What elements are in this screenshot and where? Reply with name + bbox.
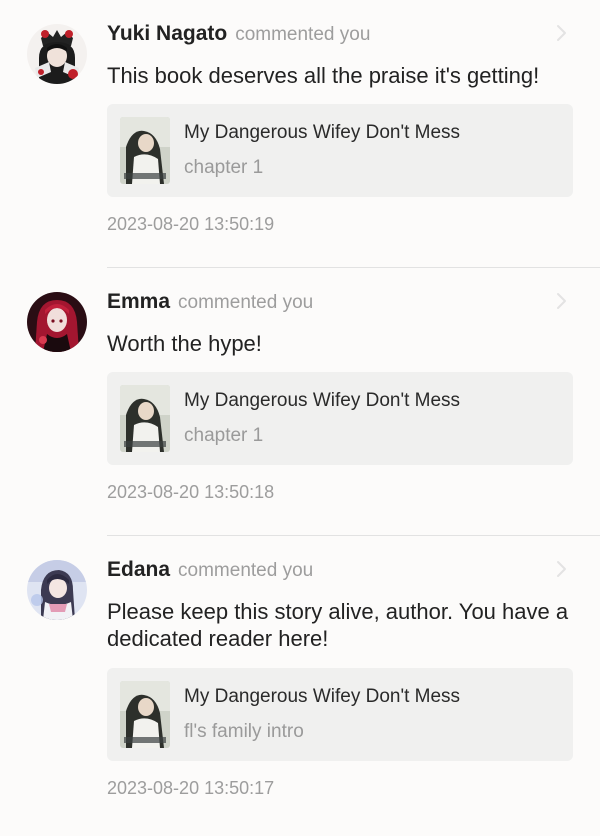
avatar[interactable] <box>27 560 87 620</box>
username[interactable]: Emma <box>107 290 170 313</box>
timestamp: 2023-08-20 13:50:19 <box>107 214 275 234</box>
book-card[interactable]: My Dangerous Wifey Don't Mess fl's famil… <box>107 668 573 761</box>
book-cover-icon <box>120 681 170 748</box>
red-haired-character-avatar-icon <box>27 292 87 352</box>
avatar[interactable] <box>27 24 87 84</box>
action-text: commented you <box>235 24 371 45</box>
dark-haired-character-avatar-icon <box>27 24 87 84</box>
comment-feed: Yuki Nagato commented you This book deser… <box>0 0 600 836</box>
comment-text: Please keep this story alive, author. Yo… <box>107 599 569 651</box>
comment-text: This book deserves all the praise it's g… <box>107 63 540 88</box>
book-title: My Dangerous Wifey Don't Mess <box>184 686 461 707</box>
comment-item[interactable]: Emma commented you Worth the hype! My Dan… <box>0 268 600 536</box>
chapter-label: chapter 1 <box>184 157 264 178</box>
comment-header: Yuki Nagato commented you <box>107 20 370 48</box>
comment-item[interactable]: Yuki Nagato commented you This book deser… <box>0 0 600 268</box>
comment-header: Edana commented you <box>107 556 313 584</box>
book-cover-thumbnail <box>120 117 170 184</box>
username[interactable]: Yuki Nagato <box>107 22 227 45</box>
book-cover-icon <box>120 385 170 452</box>
book-title: My Dangerous Wifey Don't Mess <box>184 122 461 143</box>
book-cover-thumbnail <box>120 681 170 748</box>
chevron-right-icon[interactable] <box>554 558 570 580</box>
chevron-right-icon[interactable] <box>554 22 570 44</box>
username[interactable]: Edana <box>107 558 170 581</box>
comment-text: Worth the hype! <box>107 331 262 356</box>
book-cover-icon <box>120 117 170 184</box>
book-card[interactable]: My Dangerous Wifey Don't Mess chapter 1 <box>107 372 573 465</box>
chapter-label: chapter 1 <box>184 425 264 446</box>
comment-header: Emma commented you <box>107 288 313 316</box>
book-card[interactable]: My Dangerous Wifey Don't Mess chapter 1 <box>107 104 573 197</box>
book-cover-thumbnail <box>120 385 170 452</box>
timestamp: 2023-08-20 13:50:18 <box>107 482 275 502</box>
avatar[interactable] <box>27 292 87 352</box>
action-text: commented you <box>178 292 314 313</box>
timestamp: 2023-08-20 13:50:17 <box>107 778 275 798</box>
comment-item[interactable]: Edana commented you Please keep this stor… <box>0 536 600 836</box>
chevron-right-icon[interactable] <box>554 290 570 312</box>
action-text: commented you <box>178 560 314 581</box>
anime-girl-avatar-icon <box>27 560 87 620</box>
chapter-label: fl's family intro <box>184 721 304 742</box>
book-title: My Dangerous Wifey Don't Mess <box>184 390 461 411</box>
